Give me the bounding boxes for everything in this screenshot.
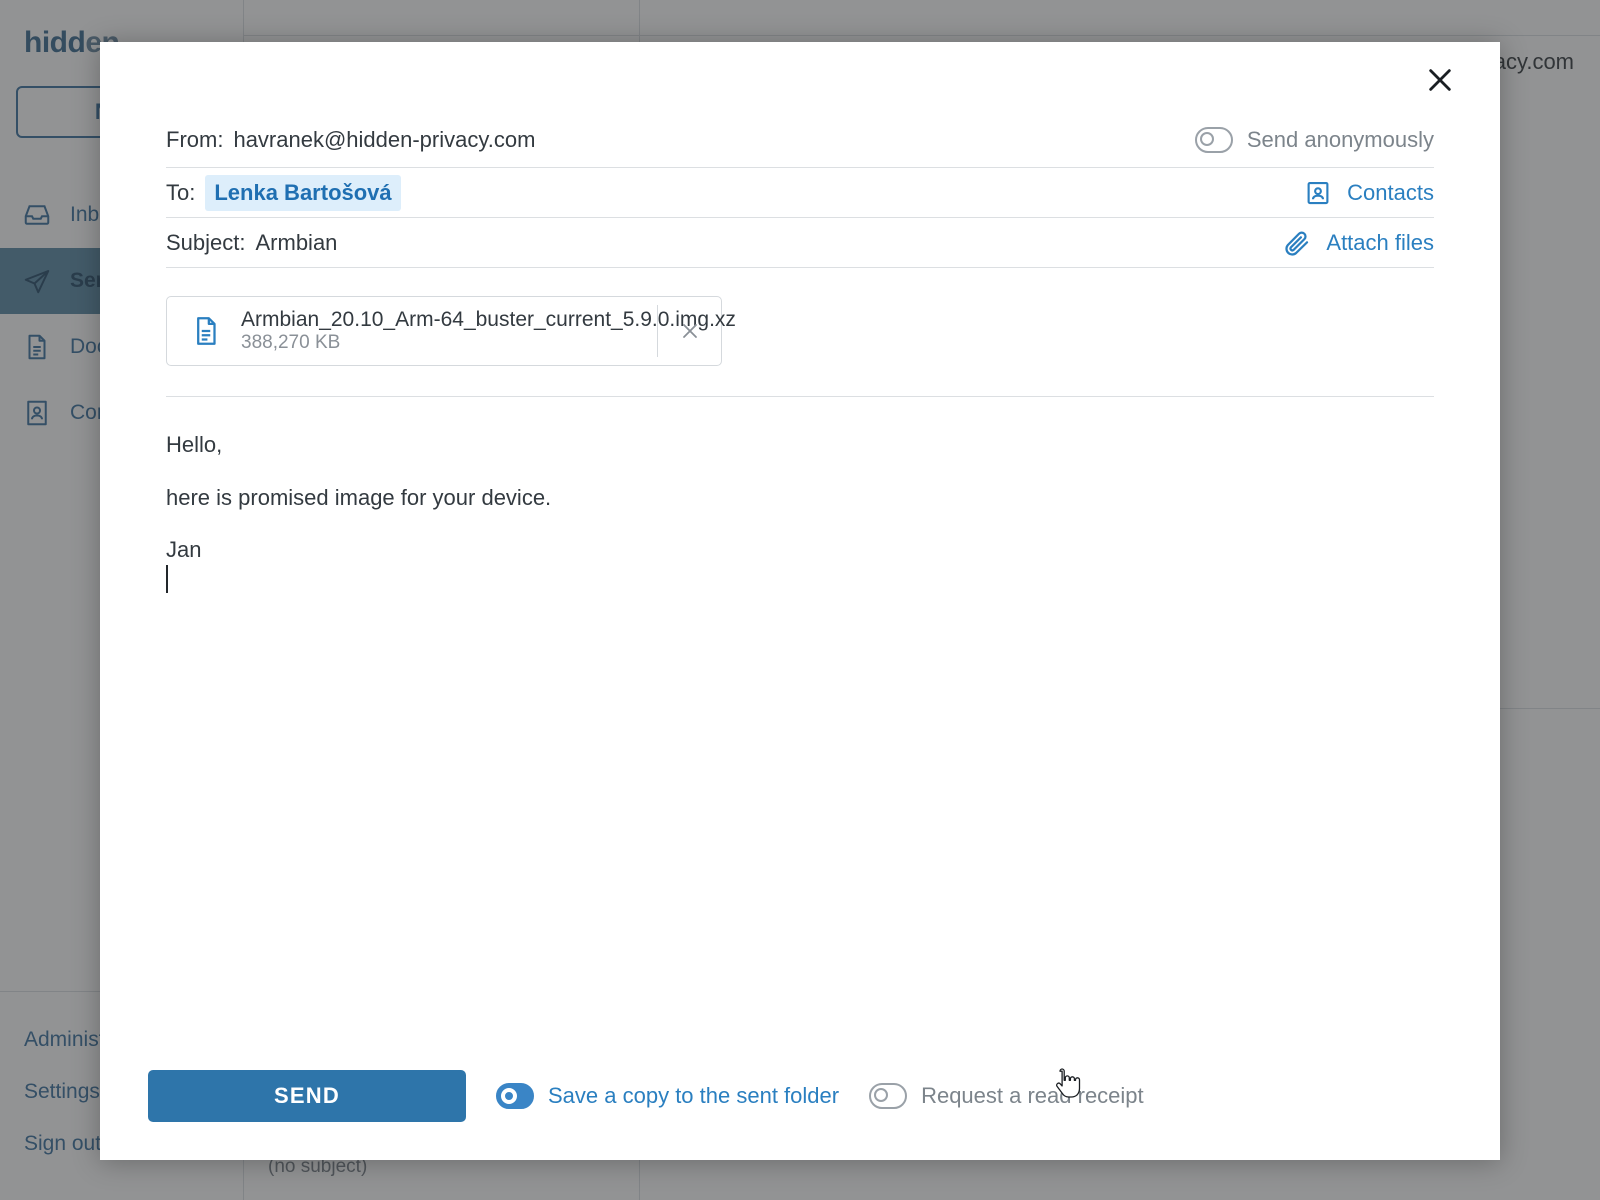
text-caret [166, 564, 1434, 593]
close-dialog-button[interactable] [1418, 58, 1462, 102]
read-receipt-label: Request a read receipt [921, 1083, 1144, 1108]
compose-footer: SEND Save a copy to the sent folder Requ… [100, 1056, 1500, 1160]
recipient-chip[interactable]: Lenka Bartošová [205, 174, 401, 211]
file-document-icon [189, 314, 223, 348]
save-copy-label: Save a copy to the sent folder [548, 1083, 840, 1108]
send-button[interactable]: SEND [148, 1070, 466, 1122]
subject-label: Subject: [166, 229, 246, 255]
attach-files-label: Attach files [1326, 229, 1434, 255]
to-label: To: [166, 179, 196, 205]
body-line-content: here is promised image for your device. [166, 484, 552, 510]
toggle-off-icon[interactable] [1194, 126, 1233, 153]
remove-attachment-button[interactable] [657, 305, 721, 357]
toggle-off-icon[interactable] [869, 1083, 908, 1109]
attachment-item[interactable]: Armbian_20.10_Arm-64_buster_current_5.9.… [166, 296, 736, 366]
paperclip-icon [1282, 228, 1312, 258]
subject-field-row: Subject: Armbian Attach files [166, 218, 1434, 268]
toggle-on-icon[interactable] [496, 1083, 534, 1109]
attachments-area: Armbian_20.10_Arm-64_buster_current_5.9.… [166, 268, 1434, 397]
close-icon [1424, 64, 1456, 96]
read-receipt-toggle[interactable]: Request a read receipt [869, 1083, 1144, 1109]
toggle-knob [1199, 131, 1214, 146]
attachment-filesize: 388,270 KB [241, 332, 341, 353]
send-anonymously-label: Send anonymously [1246, 126, 1434, 152]
close-icon [678, 319, 702, 343]
to-field-row: To: Lenka Bartošová Contacts [166, 168, 1434, 218]
message-body-editor[interactable]: Hello, here is promised image for your d… [166, 397, 1434, 1056]
toggle-knob [874, 1088, 889, 1102]
send-anonymously-toggle[interactable]: Send anonymously [1194, 126, 1434, 153]
body-line-greeting: Hello, [166, 432, 223, 457]
attach-files-button[interactable]: Attach files [1282, 228, 1434, 258]
contacts-label: Contacts [1347, 179, 1434, 205]
save-copy-toggle[interactable]: Save a copy to the sent folder [496, 1083, 839, 1109]
subject-input[interactable]: Armbian [256, 230, 338, 256]
from-label: From: [166, 126, 224, 152]
compose-message-dialog: From: havranek@hidden-privacy.com Send a… [100, 42, 1500, 1160]
body-line-signature: Jan [166, 537, 202, 563]
from-field-row: From: havranek@hidden-privacy.com Send a… [166, 112, 1434, 168]
from-address: havranek@hidden-privacy.com [233, 126, 536, 152]
contacts-icon [1303, 178, 1333, 208]
contacts-button[interactable]: Contacts [1303, 178, 1434, 208]
toggle-knob [501, 1088, 517, 1104]
compose-dialog-topbar [100, 42, 1500, 112]
attachment-texts: Armbian_20.10_Arm-64_buster_current_5.9.… [241, 308, 736, 354]
